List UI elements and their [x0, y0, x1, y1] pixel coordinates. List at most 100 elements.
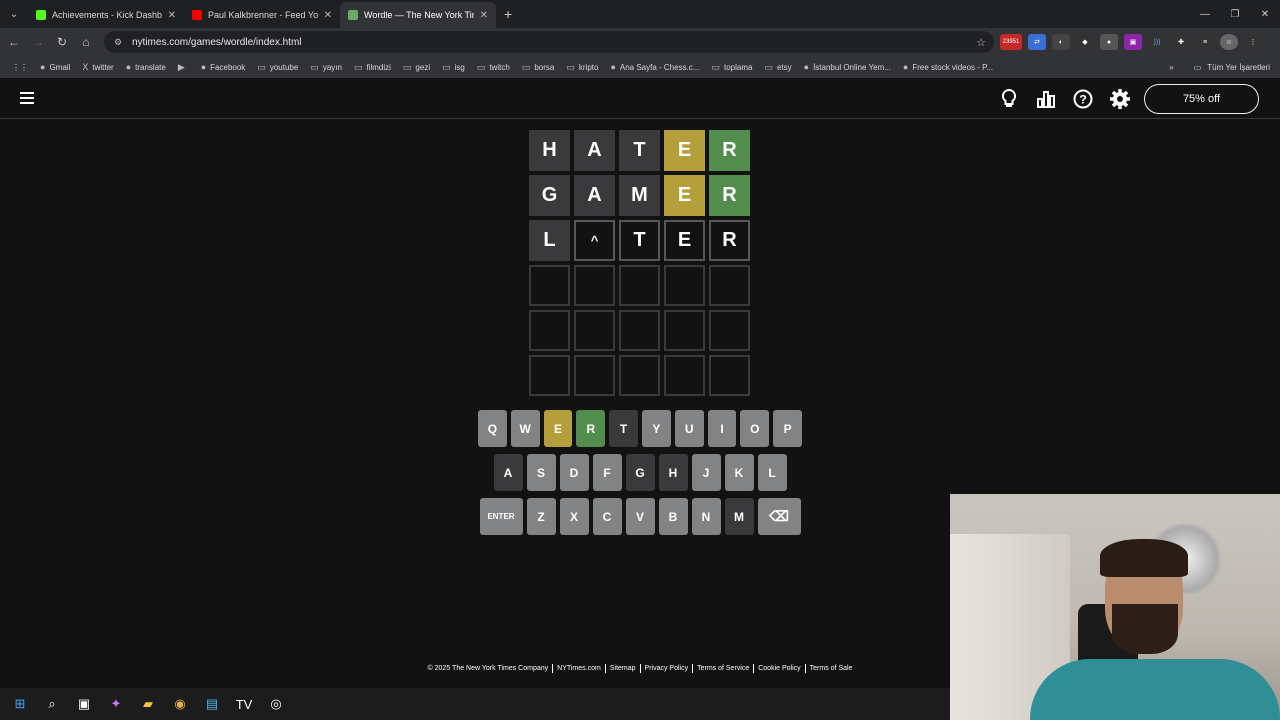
bookmark-item[interactable]: ● Free stock videos - P...: [897, 62, 999, 73]
key-d[interactable]: D: [559, 454, 589, 491]
restore-icon[interactable]: ❐: [1220, 0, 1250, 28]
bookmark-item[interactable]: ● translate: [120, 62, 172, 73]
key-a[interactable]: A: [493, 454, 523, 491]
obs-icon[interactable]: ◎: [266, 694, 286, 714]
browser-menu-icon[interactable]: ⋮: [1244, 34, 1262, 50]
minimize-icon[interactable]: —: [1190, 0, 1220, 28]
address-bar[interactable]: ⚙ nytimes.com/games/wordle/index.html ☆: [104, 31, 994, 53]
help-icon[interactable]: ?: [1072, 88, 1094, 110]
tab-close-icon[interactable]: ✕: [168, 10, 176, 21]
bookmark-item[interactable]: ▭ twitch: [471, 62, 516, 73]
key-b[interactable]: B: [658, 498, 688, 535]
key-v[interactable]: V: [625, 498, 655, 535]
key-e[interactable]: E: [543, 410, 573, 447]
footer-link[interactable]: Terms of Service: [693, 664, 755, 673]
footer-link[interactable]: Sitemap: [606, 664, 641, 673]
bookmark-item[interactable]: ▭ kripto: [560, 62, 604, 73]
key-z[interactable]: Z: [526, 498, 556, 535]
diamond-extension-icon[interactable]: ◆: [1076, 34, 1094, 50]
bookmark-item[interactable]: ▭ yayın: [304, 62, 348, 73]
app-icon[interactable]: ▤: [202, 694, 222, 714]
footer-link[interactable]: Terms of Sale: [806, 664, 857, 673]
key-o[interactable]: O: [740, 410, 770, 447]
new-tab-icon[interactable]: +: [504, 6, 512, 22]
bookmark-item[interactable]: ▶: [172, 62, 195, 73]
reload-icon[interactable]: ↻: [50, 35, 74, 49]
bookmark-item[interactable]: ▭ etsy: [758, 62, 797, 73]
key-g[interactable]: G: [625, 454, 655, 491]
footer-link[interactable]: Privacy Policy: [641, 664, 694, 673]
task-view-icon[interactable]: ▣: [74, 694, 94, 714]
close-window-icon[interactable]: ✕: [1250, 0, 1280, 28]
bookmark-item[interactable]: ▭ isg: [436, 62, 471, 73]
tradingview-icon[interactable]: TV: [234, 694, 254, 714]
key-r[interactable]: R: [576, 410, 606, 447]
key-p[interactable]: P: [773, 410, 802, 447]
apps-grid-icon[interactable]: ⋮⋮: [6, 63, 34, 72]
bookmark-item[interactable]: ▭ youtube: [251, 62, 304, 73]
tab-close-icon[interactable]: ✕: [324, 10, 332, 21]
bookmark-item[interactable]: ● İstanbul Online Yem...: [798, 62, 897, 73]
profile-avatar-icon[interactable]: ☺: [1220, 34, 1238, 50]
statistics-icon[interactable]: [1035, 88, 1057, 110]
translate-extension-icon[interactable]: ⇄: [1028, 34, 1046, 50]
key-k[interactable]: K: [724, 454, 754, 491]
key-f[interactable]: F: [592, 454, 622, 491]
bookmark-item[interactable]: ▭ gezi: [397, 62, 436, 73]
bookmark-item[interactable]: ● Ana Sayfa - Chess.c...: [604, 62, 705, 73]
enter-key[interactable]: ENTER: [479, 498, 523, 535]
bookmark-item[interactable]: ● Facebook: [195, 62, 252, 73]
bookmark-star-icon[interactable]: ☆: [976, 36, 986, 49]
twitch-extension-icon[interactable]: ▣: [1124, 34, 1142, 50]
hint-lightbulb-icon[interactable]: [998, 88, 1020, 110]
more-bookmarks-icon[interactable]: »: [1169, 63, 1173, 72]
avatar-extension-icon[interactable]: ●: [1100, 34, 1118, 50]
search-icon[interactable]: ⌕: [42, 694, 62, 714]
all-bookmarks-link[interactable]: Tüm Yer İşaretleri: [1207, 63, 1270, 72]
media-control-icon[interactable]: ≡: [1196, 34, 1214, 50]
site-info-icon[interactable]: ⚙: [114, 37, 124, 47]
tab-close-icon[interactable]: ✕: [480, 10, 488, 21]
audio-extension-icon[interactable]: ))): [1148, 34, 1166, 50]
windows-start-icon[interactable]: ⊞: [10, 694, 30, 714]
bookmark-item[interactable]: ▭ borsa: [516, 62, 561, 73]
bookmark-item[interactable]: ● Gmail: [34, 62, 76, 73]
browser-tab[interactable]: Wordle — The New York Times ✕: [340, 2, 496, 28]
settings-gear-icon[interactable]: [1109, 88, 1131, 110]
key-y[interactable]: Y: [642, 410, 671, 447]
key-w[interactable]: W: [510, 410, 540, 447]
bookmark-item[interactable]: Xtwitter: [76, 62, 119, 73]
bookmark-item[interactable]: ▭ toplama: [705, 62, 758, 73]
subscribe-offer-button[interactable]: 75% off: [1144, 84, 1259, 114]
menu-icon[interactable]: [20, 92, 34, 104]
key-x[interactable]: X: [559, 498, 589, 535]
copilot-icon[interactable]: ✦: [106, 694, 126, 714]
home-icon[interactable]: ⌂: [74, 35, 98, 49]
extension-badge[interactable]: 23951: [1000, 34, 1022, 50]
browser-tab[interactable]: Paul Kalkbrenner - Feed Yo ✕: [184, 2, 340, 28]
key-h[interactable]: H: [658, 454, 688, 491]
key-n[interactable]: N: [691, 498, 721, 535]
footer-link[interactable]: NYTimes.com: [553, 664, 606, 673]
key-m[interactable]: M: [724, 498, 754, 535]
tab-search-icon[interactable]: ⌄: [0, 0, 28, 28]
key-s[interactable]: S: [526, 454, 556, 491]
key-u[interactable]: U: [674, 410, 704, 447]
extensions-puzzle-icon[interactable]: ✚: [1172, 34, 1190, 50]
key-i[interactable]: I: [707, 410, 737, 447]
key-q[interactable]: Q: [478, 410, 507, 447]
forward-icon[interactable]: →: [26, 35, 50, 49]
extension-icon[interactable]: ◐: [1052, 34, 1070, 50]
file-explorer-icon[interactable]: ▰: [138, 694, 158, 714]
facebook-icon: ●: [200, 62, 207, 72]
bookmark-item[interactable]: ▭ filmdizi: [348, 62, 397, 73]
key-l[interactable]: L: [757, 454, 787, 491]
backspace-key[interactable]: ⌫: [757, 498, 801, 535]
back-icon[interactable]: ←: [2, 35, 26, 49]
chrome-icon[interactable]: ◉: [170, 694, 190, 714]
key-j[interactable]: J: [691, 454, 721, 491]
footer-link[interactable]: Cookie Policy: [754, 664, 806, 673]
browser-tab[interactable]: Achievements - Kick Dashboard ✕: [28, 2, 184, 28]
key-c[interactable]: C: [592, 498, 622, 535]
key-t[interactable]: T: [609, 410, 638, 447]
